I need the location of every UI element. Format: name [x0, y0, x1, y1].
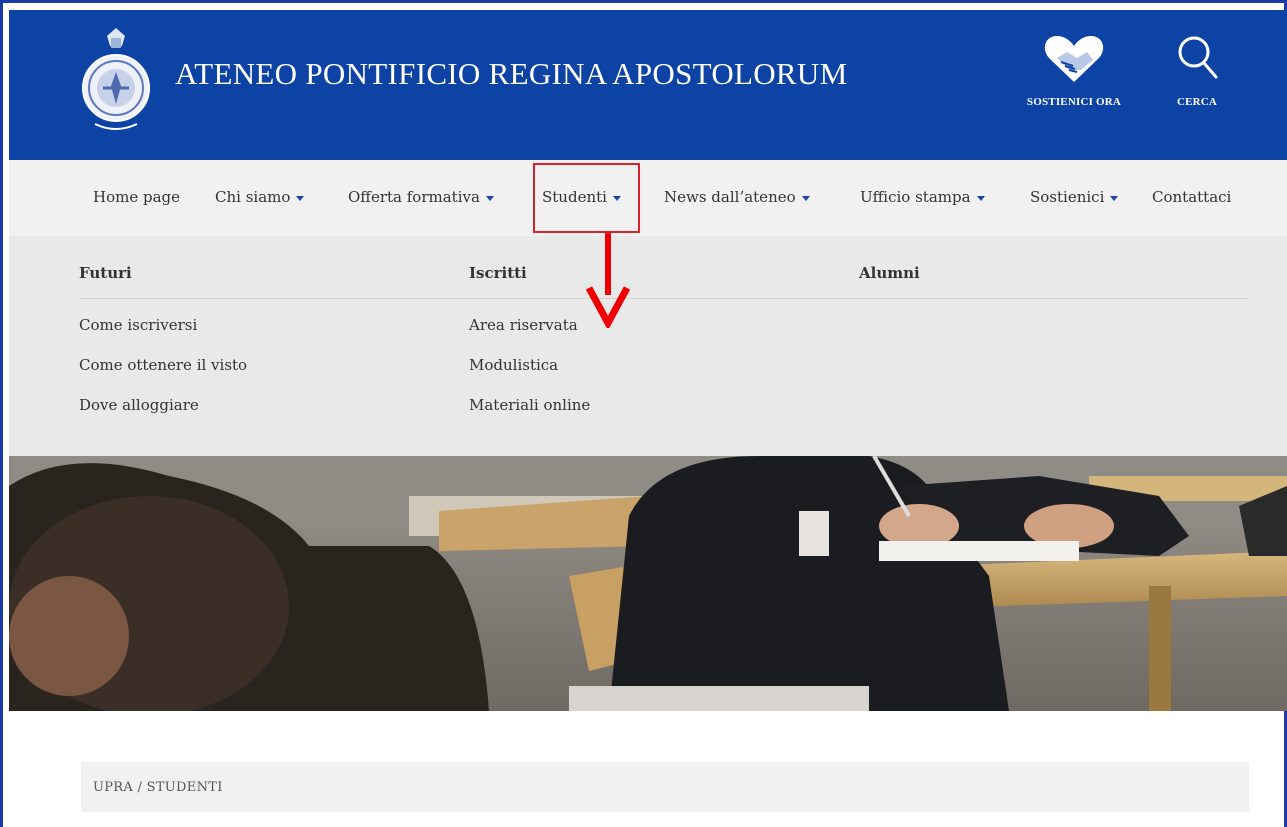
menu-link-modulistica[interactable]: Modulistica — [469, 356, 558, 374]
caret-down-icon — [801, 195, 810, 201]
caret-down-icon — [1110, 195, 1119, 201]
menu-link-area-riservata[interactable]: Area riservata — [469, 316, 578, 334]
menu-link-come-iscriversi[interactable]: Come iscriversi — [79, 316, 197, 334]
caret-down-icon — [976, 195, 985, 201]
nav-item-label: Contattaci — [1152, 188, 1232, 206]
nav-item-label: Ufficio stampa — [860, 188, 971, 206]
search-button[interactable]: CERCA — [1167, 32, 1227, 108]
annotation-arrow-icon — [585, 233, 631, 328]
nav-item-sostienici[interactable]: Sostienici — [1030, 188, 1119, 206]
donate-label: SOSTIENICI ORA — [1026, 96, 1122, 108]
site-title[interactable]: ATENEO PONTIFICIO REGINA APOSTOLORUM — [175, 56, 847, 92]
nav-item-offerta-formativa[interactable]: Offerta formativa — [348, 188, 494, 206]
nav-item-label: News dall’ateneo — [664, 188, 796, 206]
nav-item-label: Chi siamo — [215, 188, 291, 206]
site-header: ATENEO PONTIFICIO REGINA APOSTOLORUM SOS… — [9, 10, 1287, 160]
nav-item-label: Home page — [93, 188, 181, 206]
studenti-dropdown-menu: Futuri Iscritti Alumni Come iscriversi C… — [9, 236, 1287, 456]
menu-link-come-ottenere-visto[interactable]: Come ottenere il visto — [79, 356, 247, 374]
dropdown-divider — [79, 298, 1249, 299]
donate-button[interactable]: SOSTIENICI ORA — [1014, 32, 1134, 108]
column-heading-alumni[interactable]: Alumni — [859, 264, 920, 282]
menu-link-materiali-online[interactable]: Materiali online — [469, 396, 590, 414]
caret-down-icon — [485, 195, 494, 201]
classroom-photo — [9, 456, 1287, 711]
nav-item-label: Sostienici — [1030, 188, 1105, 206]
nav-item-label: Offerta formativa — [348, 188, 480, 206]
nav-item-home[interactable]: Home page — [93, 188, 180, 206]
column-heading-iscritti[interactable]: Iscritti — [469, 264, 527, 282]
search-label: CERCA — [1176, 96, 1218, 108]
highlight-box — [533, 163, 640, 233]
breadcrumb-text[interactable]: UPRA / STUDENTI — [93, 780, 223, 795]
university-seal-logo[interactable] — [81, 26, 151, 138]
nav-item-chi-siamo[interactable]: Chi siamo — [215, 188, 305, 206]
magnifier-icon — [1178, 36, 1218, 79]
menu-link-dove-alloggiare[interactable]: Dove alloggiare — [79, 396, 199, 414]
heart-handshake-icon — [1044, 36, 1104, 82]
nav-item-contattaci[interactable]: Contattaci — [1152, 188, 1231, 206]
caret-down-icon — [296, 195, 305, 201]
nav-item-ufficio-stampa[interactable]: Ufficio stampa — [860, 188, 985, 206]
hero-image — [9, 456, 1287, 711]
nav-item-news[interactable]: News dall’ateneo — [664, 188, 810, 206]
column-heading-futuri[interactable]: Futuri — [79, 264, 132, 282]
main-navbar: Home page Chi siamo Offerta formativa St… — [9, 160, 1287, 236]
breadcrumb: UPRA / STUDENTI — [81, 762, 1249, 812]
